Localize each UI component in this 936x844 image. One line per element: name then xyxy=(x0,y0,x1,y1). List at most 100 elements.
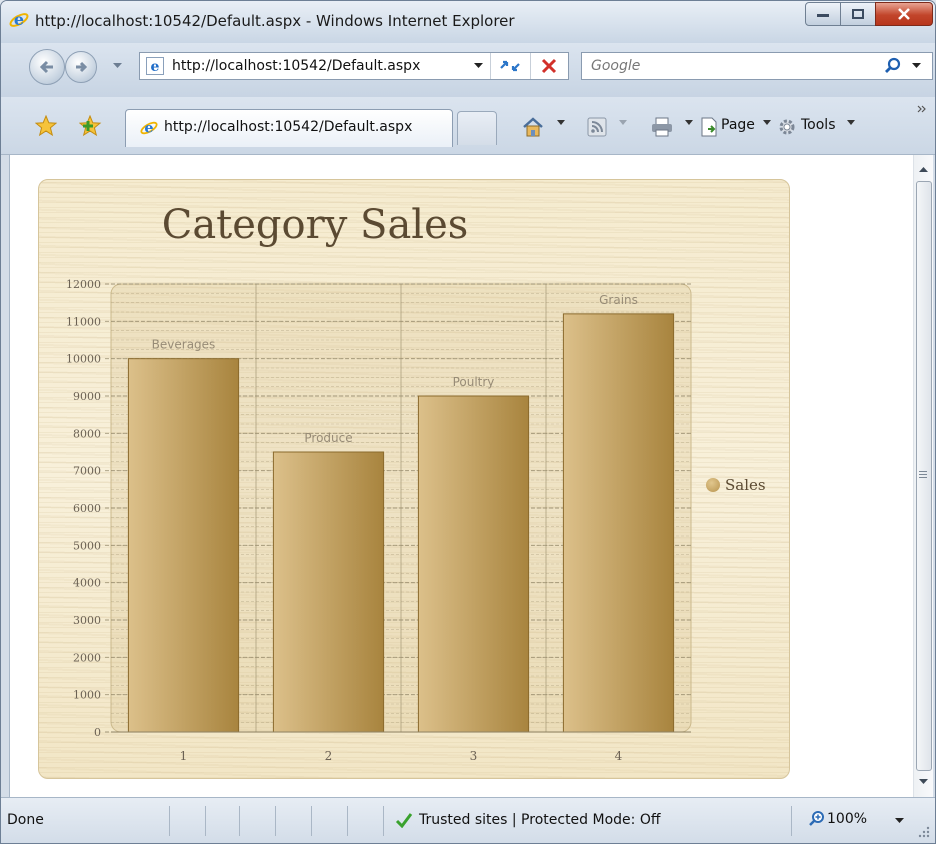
window-title: http://localhost:10542/Default.aspx - Wi… xyxy=(35,12,515,30)
y-tick-label: 11000 xyxy=(66,315,101,328)
bar xyxy=(417,395,530,733)
status-divider xyxy=(311,806,312,836)
security-zone[interactable]: Trusted sites | Protected Mode: Off xyxy=(419,812,660,828)
forward-button[interactable] xyxy=(65,51,97,83)
address-dropdown-icon[interactable] xyxy=(474,63,483,69)
chart-title: Category Sales xyxy=(161,202,469,248)
refresh-icon[interactable] xyxy=(498,56,522,76)
address-separator xyxy=(530,53,531,79)
x-tick-label: 1 xyxy=(180,749,188,763)
print-icon[interactable] xyxy=(651,117,673,137)
status-divider xyxy=(383,806,384,836)
tab-label: http://localhost:10542/Default.aspx xyxy=(164,119,413,135)
close-icon xyxy=(898,8,910,20)
address-url[interactable]: http://localhost:10542/Default.aspx xyxy=(172,58,420,74)
status-divider xyxy=(791,806,792,836)
feeds-dropdown-icon[interactable] xyxy=(619,120,627,125)
search-icon[interactable] xyxy=(884,57,902,75)
tab-default-aspx[interactable]: e http://localhost:10542/Default.aspx xyxy=(125,109,453,147)
maximize-button[interactable] xyxy=(840,2,876,26)
y-tick-label: 2000 xyxy=(73,651,101,664)
resize-grip-icon[interactable] xyxy=(917,824,931,838)
scrollbar-grip xyxy=(919,471,927,480)
tools-menu-label[interactable]: Tools xyxy=(801,117,836,133)
title-bar: e http://localhost:10542/Default.aspx - … xyxy=(1,1,935,43)
status-text: Done xyxy=(7,812,44,828)
status-divider xyxy=(205,806,206,836)
status-divider xyxy=(347,806,348,836)
y-tick-label: 1000 xyxy=(73,689,101,702)
chart-canvas: 0 1000 2000 3000 4000 5000 6000 7000 8000 9000 100… xyxy=(66,278,692,763)
internet-explorer-icon: e xyxy=(140,120,158,137)
svg-text:e: e xyxy=(151,59,160,75)
scroll-up-arrow-icon[interactable] xyxy=(919,167,928,173)
legend-swatch xyxy=(706,478,720,492)
y-tick-label: 5000 xyxy=(73,539,101,552)
page-icon: e xyxy=(146,57,164,75)
minimize-icon xyxy=(817,14,829,17)
stop-icon[interactable] xyxy=(540,57,558,75)
y-tick-label: 9000 xyxy=(73,390,101,403)
bar-data-label: Produce xyxy=(304,431,352,445)
search-dropdown-icon[interactable] xyxy=(912,63,921,69)
y-tick-label: 8000 xyxy=(73,427,101,440)
print-dropdown-icon[interactable] xyxy=(685,120,693,125)
recent-pages-dropdown-icon[interactable] xyxy=(113,63,122,69)
internet-explorer-icon: e xyxy=(9,10,29,29)
feeds-icon[interactable] xyxy=(587,117,607,137)
category-sales-chart: 0 1000 2000 3000 4000 5000 6000 7000 8000 9000 100… xyxy=(38,179,790,779)
new-tab-button[interactable] xyxy=(457,111,497,145)
browser-window: e http://localhost:10542/Default.aspx - … xyxy=(0,0,936,844)
tools-dropdown-icon[interactable] xyxy=(847,120,855,125)
add-to-favorites-icon[interactable] xyxy=(79,115,103,137)
bar-data-label: Grains xyxy=(599,293,638,307)
maximize-icon xyxy=(852,9,864,19)
status-bar: Done Trusted sites | Protected Mode: Off… xyxy=(1,797,935,843)
home-dropdown-icon[interactable] xyxy=(557,120,565,125)
bar-data-label: Beverages xyxy=(152,338,216,352)
y-tick-label: 4000 xyxy=(73,577,101,590)
address-bar[interactable]: e http://localhost:10542/Default.aspx xyxy=(139,52,569,80)
status-divider xyxy=(275,806,276,836)
y-tick-label: 3000 xyxy=(73,614,101,627)
x-tick-label: 2 xyxy=(325,749,333,763)
y-tick-label: 7000 xyxy=(73,465,101,478)
page-dropdown-icon[interactable] xyxy=(763,120,771,125)
tab-command-bar: e http://localhost:10542/Default.aspx Pa… xyxy=(1,97,935,155)
close-button[interactable] xyxy=(875,2,933,26)
zoom-icon[interactable] xyxy=(809,810,825,826)
y-tick-label: 6000 xyxy=(73,502,101,515)
zoom-dropdown-icon[interactable] xyxy=(895,818,904,824)
bar xyxy=(272,451,385,733)
address-row: e http://localhost:10542/Default.aspx Go… xyxy=(1,43,935,97)
zoom-level[interactable]: 100% xyxy=(827,811,867,827)
back-button[interactable] xyxy=(29,49,65,85)
vertical-scrollbar[interactable] xyxy=(913,155,933,797)
page-content: 0 1000 2000 3000 4000 5000 6000 7000 8000 9000 100… xyxy=(9,155,933,797)
status-divider xyxy=(169,806,170,836)
page-icon[interactable] xyxy=(699,117,719,137)
bar-data-label: Poultry xyxy=(453,375,495,389)
scroll-down-arrow-icon[interactable] xyxy=(919,779,928,785)
legend-label: Sales xyxy=(725,476,766,494)
page-menu-label[interactable]: Page xyxy=(721,117,755,133)
address-separator xyxy=(490,53,491,79)
x-tick-label: 4 xyxy=(615,749,623,763)
svg-text:e: e xyxy=(14,10,24,29)
tools-gear-icon[interactable] xyxy=(777,117,797,137)
y-tick-label: 12000 xyxy=(66,278,101,291)
svg-text:e: e xyxy=(144,120,153,137)
home-icon[interactable] xyxy=(521,117,545,137)
search-box[interactable]: Google xyxy=(581,52,933,80)
search-input[interactable]: Google xyxy=(591,58,640,74)
back-arrow-icon xyxy=(39,60,53,74)
y-tick-label: 10000 xyxy=(66,353,101,366)
more-commands-chevron-icon[interactable] xyxy=(917,105,927,113)
chart-legend: Sales xyxy=(706,476,766,494)
minimize-button[interactable] xyxy=(805,2,841,26)
status-divider xyxy=(239,806,240,836)
y-tick-label: 0 xyxy=(94,726,101,739)
bar xyxy=(562,313,675,733)
x-tick-label: 3 xyxy=(470,749,478,763)
favorites-star-icon[interactable] xyxy=(35,115,57,137)
